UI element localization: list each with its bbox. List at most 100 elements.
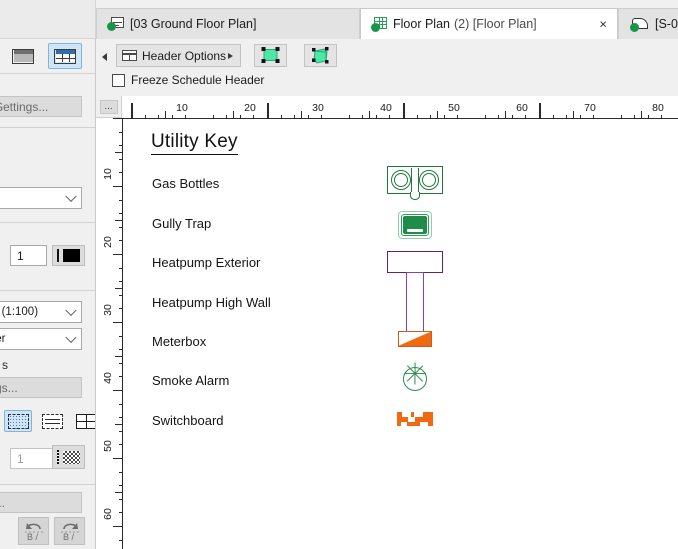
ruler-major-tick [403, 103, 405, 118]
schedule-list-view-button[interactable] [6, 43, 40, 69]
ruler-origin-button[interactable]: ... [96, 96, 122, 118]
ruler-label: 60 [516, 102, 528, 114]
heatpump-stem [406, 272, 424, 335]
header-options-button[interactable]: Header Options [116, 44, 241, 67]
ruler-major-tick [267, 103, 269, 118]
ruler-tick [115, 356, 122, 357]
gully-trap-symbol [398, 211, 432, 239]
pen-color-swatch-button[interactable] [52, 245, 85, 266]
checkbox-icon [112, 73, 125, 87]
tab-label: Floor Plan [393, 17, 450, 31]
style-dropdown[interactable] [0, 187, 82, 209]
ruler-major-tick [539, 103, 541, 118]
unit-dropdown[interactable]: ter [0, 328, 82, 350]
undo-button[interactable]: B / [18, 517, 49, 545]
heatpump-symbol [387, 251, 443, 337]
ruler-tick [113, 390, 122, 391]
settings-button[interactable]: Settings... [0, 96, 82, 117]
ruler-label: 70 [584, 102, 596, 114]
ruler-label: 30 [312, 102, 324, 114]
section-label-fragment: s [2, 358, 8, 372]
chevron-down-icon [65, 331, 77, 344]
ruler-label: 30 [102, 304, 114, 316]
ruler-tick [301, 111, 302, 118]
list-view-icon [12, 48, 34, 64]
ruler-label: 50 [448, 102, 460, 114]
ruler-tick [115, 288, 122, 289]
fill-lines-button[interactable] [38, 410, 66, 432]
gas-bottles-symbol [387, 166, 443, 200]
window-plan-icon [107, 17, 124, 31]
ruler-tick [113, 118, 122, 119]
quadrant-fill-icon [75, 413, 95, 429]
tab-floor-plan-2[interactable]: Floor Plan (2) [Floor Plan] × [360, 8, 618, 39]
header-table-icon [122, 50, 137, 61]
ruler-tick [165, 111, 166, 118]
schedule-grid-view-button[interactable] [48, 43, 82, 69]
pattern-line-icon [57, 450, 59, 464]
settings-secondary-button[interactable]: gs... [0, 377, 82, 398]
tab-bar-left-filler [0, 0, 96, 38]
fill-quadrant-button[interactable] [72, 410, 95, 432]
tab-label: [S-01 S [655, 17, 678, 31]
ruler-tick [369, 111, 370, 118]
ruler-label: 50 [102, 440, 114, 452]
panel-divider [0, 484, 95, 485]
scale-dropdown-value: d (1:100) [0, 306, 39, 318]
ruler-label: 60 [102, 508, 114, 520]
freeze-schedule-header-checkbox[interactable]: Freeze Schedule Header [112, 73, 264, 87]
tab-label: [03 Ground Floor Plan] [130, 17, 257, 31]
ruler-label: 20 [244, 102, 256, 114]
ruler-tick [115, 424, 122, 425]
ruler-tick [641, 111, 642, 118]
panel-divider [0, 73, 95, 74]
ruler-tick [113, 254, 122, 255]
undo-redo-group: B / B / [18, 517, 85, 545]
fill-value-input[interactable]: 1 [10, 448, 53, 469]
ruler-tick [113, 526, 122, 527]
svg-text:B /: B / [27, 532, 39, 542]
ruler-tick [115, 220, 122, 221]
redo-button[interactable]: B / [54, 517, 85, 545]
fill-dotted-button[interactable] [4, 410, 32, 432]
pen-weight-input[interactable]: 1 [10, 245, 47, 266]
heatpump-head [387, 251, 443, 273]
collapse-toolbar-button[interactable] [100, 51, 108, 63]
close-icon[interactable]: × [599, 18, 607, 31]
vertical-ruler[interactable]: 10 20 30 40 50 60 [96, 118, 122, 549]
dotted-fill-icon [7, 413, 29, 429]
ruler-tick [113, 186, 122, 187]
schedule-canvas[interactable]: Utility Key Gas Bottles Gully Trap Heatp… [122, 118, 678, 549]
ruler-tick [233, 111, 234, 118]
horizontal-ruler[interactable]: 10 20 30 40 50 60 70 80 [122, 96, 678, 118]
chevron-right-icon [228, 52, 233, 59]
more-options-button[interactable]: ... [0, 492, 82, 513]
application-window: [03 Ground Floor Plan] Floor Plan (2) [F… [0, 0, 678, 549]
key-label-meterbox: Meterbox [152, 334, 207, 349]
ruler-label: 40 [102, 372, 114, 384]
ruler-major-tick [131, 103, 133, 118]
fill-pattern-swatch-button[interactable] [52, 445, 85, 469]
tab-s01-sheet[interactable]: [S-01 S [618, 8, 678, 39]
tab-ground-floor-plan[interactable]: [03 Ground Floor Plan] [96, 8, 360, 39]
document-tab-bar: [03 Ground Floor Plan] Floor Plan (2) [F… [0, 0, 678, 39]
meterbox-symbol [398, 331, 432, 347]
page-title: Utility Key [151, 131, 238, 155]
key-label-switchboard: Switchboard [152, 413, 224, 428]
fit-selection-button[interactable] [254, 44, 287, 67]
scale-dropdown[interactable]: d (1:100) [0, 301, 82, 323]
3d-selection-button[interactable] [304, 44, 337, 67]
left-settings-panel: Settings... 1 d (1:100) ter s gs... [0, 39, 96, 549]
svg-text:B /: B / [63, 532, 75, 542]
schedule-view-area: Header Options Freeze Schedule Header ..… [96, 39, 678, 549]
schedule-toolbar: Header Options Freeze Schedule Header [96, 39, 678, 96]
ruler-tick [437, 111, 438, 118]
ruler-origin-label: ... [99, 99, 118, 114]
chevron-down-icon [65, 304, 77, 317]
switchboard-symbol [397, 412, 433, 426]
ruler-label: 10 [176, 102, 188, 114]
ruler-tick [115, 152, 122, 153]
panel-divider [0, 290, 95, 291]
pattern-swatch [63, 450, 80, 464]
panel-divider [0, 222, 95, 223]
